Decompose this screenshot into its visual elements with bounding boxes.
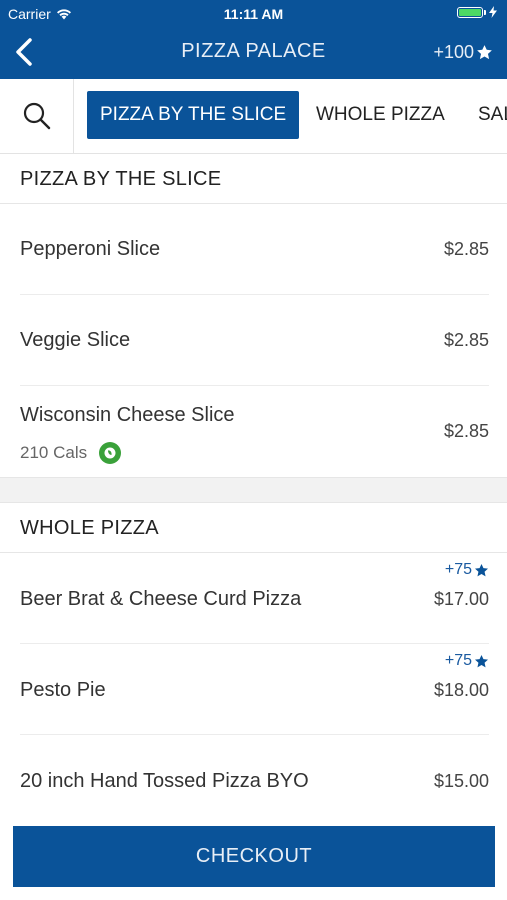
item-name: Pesto Pie [20,679,106,701]
clock: 11:11 AM [223,6,284,22]
points-badge[interactable]: +100 [433,42,493,63]
menu-item[interactable]: Pepperoni Slice $2.85 [0,204,507,295]
search-icon [23,102,50,130]
calories-label: 210 Cals [20,443,88,462]
item-calories: 210 Cals [20,442,122,464]
navigation-bar: PIZZA PALACE +100 [0,26,507,79]
item-name: Beer Brat & Cheese Curd Pizza [20,588,302,610]
star-icon [475,654,488,667]
item-price: $18.00 [433,680,489,700]
menu-item[interactable]: Veggie Slice $2.85 [0,295,507,386]
bonus-value: +75 [444,652,472,669]
menu-item[interactable]: Wisconsin Cheese Slice 210 Cals $2.85 [0,386,507,477]
section-title: WHOLE PIZZA [20,517,159,539]
section-header: WHOLE PIZZA [0,503,507,553]
bonus-points: +75 [445,561,489,579]
category-tabs: PIZZA BY THE SLICE WHOLE PIZZA SAL [0,79,507,154]
item-price: $2.85 [443,330,489,350]
tab-salads[interactable]: SAL [478,91,507,139]
item-price: $2.85 [443,239,489,259]
bonus-value: +75 [444,561,472,578]
status-bar: Carrier 11:11 AM [0,0,507,26]
item-name: Veggie Slice [20,329,131,351]
star-icon [475,563,488,576]
charging-bolt-icon [489,6,497,18]
item-price: $17.00 [433,589,489,609]
section-title: PIZZA BY THE SLICE [20,168,222,190]
search-button[interactable] [0,79,74,153]
points-value: +100 [433,42,474,62]
checkout-bar: CHECKOUT [0,813,507,900]
vegetarian-icon [99,442,122,464]
section-spacer [0,477,507,503]
item-price: $2.85 [443,421,489,441]
tab-pizza-by-the-slice[interactable]: PIZZA BY THE SLICE [87,91,300,139]
menu-item[interactable]: +75 Beer Brat & Cheese Curd Pizza $17.00 [0,553,507,644]
item-price: $15.00 [433,771,489,791]
menu-item[interactable]: +75 Pesto Pie $18.00 [0,644,507,735]
battery-icon [457,6,497,18]
tab-whole-pizza[interactable]: WHOLE PIZZA [316,91,445,139]
section-header: PIZZA BY THE SLICE [0,154,507,204]
item-name: Pepperoni Slice [20,238,161,260]
item-name: 20 inch Hand Tossed Pizza BYO [20,770,309,792]
star-icon [477,45,492,60]
page-title: PIZZA PALACE [181,40,326,62]
checkout-button[interactable]: CHECKOUT [13,826,495,887]
bonus-points: +75 [445,652,489,670]
item-name: Wisconsin Cheese Slice [20,404,235,426]
